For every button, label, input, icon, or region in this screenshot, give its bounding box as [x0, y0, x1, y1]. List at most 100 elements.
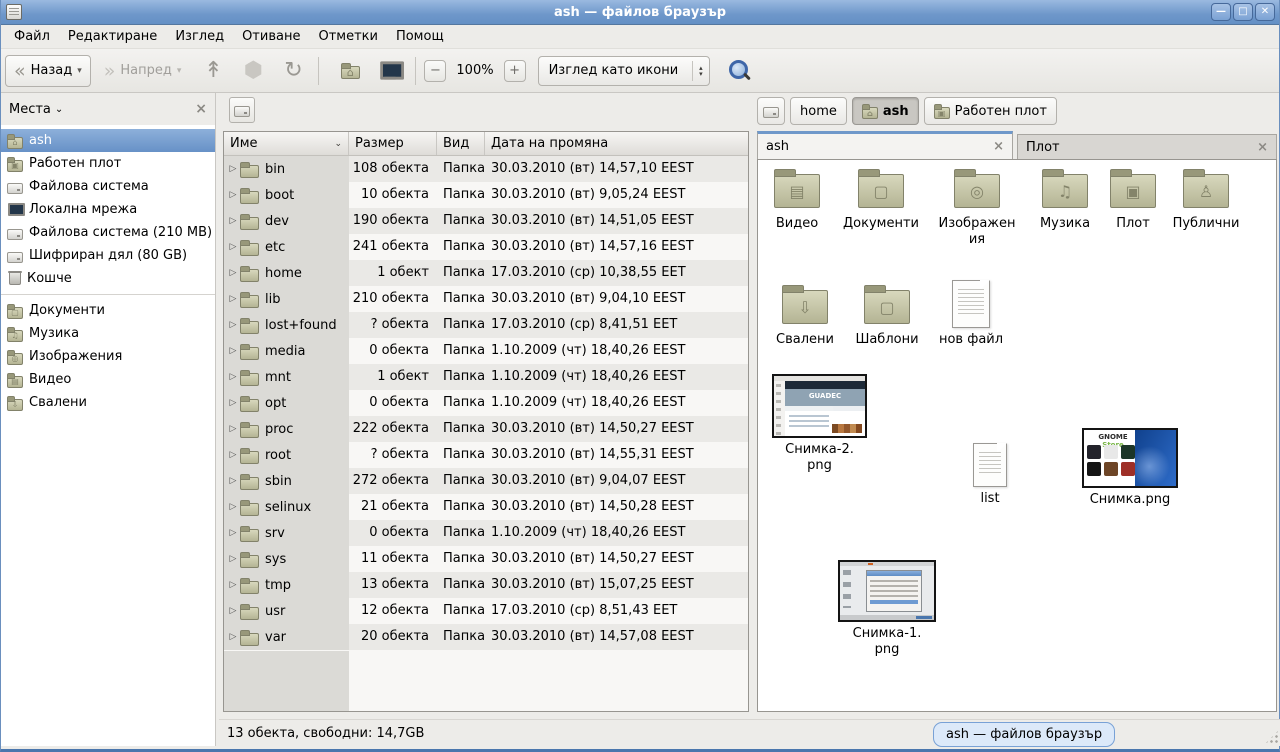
table-row[interactable]: ▷ root ? обекта Папка 30.03.2010 (вт) 14… — [224, 442, 748, 468]
table-row[interactable]: ▷ sys 11 обекта Папка 30.03.2010 (вт) 14… — [224, 546, 748, 572]
expander-icon[interactable]: ▷ — [226, 190, 240, 200]
sidebar-title[interactable]: Места — [9, 102, 51, 117]
close-button[interactable]: ✕ — [1255, 3, 1275, 21]
computer-button[interactable] — [373, 55, 407, 87]
back-button[interactable]: « Назад ▾ — [5, 55, 91, 87]
expander-icon[interactable]: ▷ — [226, 476, 240, 486]
menu-bookmarks[interactable]: Отметки — [309, 26, 386, 47]
tab-close-icon[interactable]: × — [993, 139, 1004, 154]
sidebar-item-documents[interactable]: ▢ Документи — [1, 299, 215, 322]
table-row[interactable]: ▷ lib 210 обекта Папка 30.03.2010 (вт) 9… — [224, 286, 748, 312]
search-button[interactable] — [724, 56, 754, 86]
expander-icon[interactable]: ▷ — [226, 580, 240, 590]
expander-icon[interactable]: ▷ — [226, 346, 240, 356]
zoom-out-button[interactable]: − — [424, 60, 446, 82]
tab-plot[interactable]: Плот × — [1017, 134, 1277, 159]
expander-icon[interactable]: ▷ — [226, 528, 240, 538]
sidebar-item-desktop[interactable]: ▣ Работен плот — [1, 152, 215, 175]
reload-button[interactable]: ↻ — [276, 55, 310, 87]
sidebar-item-filesystem[interactable]: Файлова система — [1, 175, 215, 198]
expander-icon[interactable]: ▷ — [226, 216, 240, 226]
minimize-button[interactable]: — — [1211, 3, 1231, 21]
expander-icon[interactable]: ▷ — [226, 632, 240, 642]
column-header-size[interactable]: Размер — [349, 132, 437, 155]
table-row[interactable]: ▷ tmp 13 обекта Папка 30.03.2010 (вт) 15… — [224, 572, 748, 598]
menu-view[interactable]: Изглед — [166, 26, 233, 47]
expander-icon[interactable]: ▷ — [226, 242, 240, 252]
table-row[interactable]: ▷ proc 222 обекта Папка 30.03.2010 (вт) … — [224, 416, 748, 442]
sidebar-close-icon[interactable]: × — [195, 101, 207, 117]
sidebar-item-videos[interactable]: ▤ Видео — [1, 368, 215, 391]
table-row[interactable]: ▷ sbin 272 обекта Папка 30.03.2010 (вт) … — [224, 468, 748, 494]
table-row[interactable]: ▷ dev 190 обекта Папка 30.03.2010 (вт) 1… — [224, 208, 748, 234]
folder-item-downloads[interactable]: ⇩ Свалени — [762, 282, 848, 348]
file-item-snimka2[interactable]: GUADEC Снимка-2.png — [770, 374, 869, 474]
path-home-button[interactable]: home — [790, 97, 847, 125]
expander-icon[interactable]: ▷ — [226, 450, 240, 460]
expander-icon[interactable]: ▷ — [226, 424, 240, 434]
table-row[interactable]: ▷ mnt 1 обект Папка 1.10.2009 (чт) 18,40… — [224, 364, 748, 390]
file-item-new-file[interactable]: нов файл — [928, 280, 1014, 348]
tab-ash[interactable]: ash × — [757, 131, 1013, 159]
sidebar-item-network[interactable]: Локална мрежа — [1, 198, 215, 221]
titlebar[interactable]: ash — файлов браузър — □ ✕ — [1, 0, 1279, 25]
chevron-down-icon[interactable]: ▾ — [77, 66, 82, 76]
file-item-snimka[interactable]: GNOME Store Снимка.png — [1080, 428, 1180, 508]
menu-edit[interactable]: Редактиране — [59, 26, 166, 47]
forward-button[interactable]: » Напред ▾ — [95, 55, 191, 87]
expander-icon[interactable]: ▷ — [226, 554, 240, 564]
table-row[interactable]: ▷ opt 0 обекта Папка 1.10.2009 (чт) 18,4… — [224, 390, 748, 416]
folder-item-public[interactable]: ♙ Публични — [1163, 166, 1249, 232]
sidebar-item-music[interactable]: ♫ Музика — [1, 322, 215, 345]
zoom-in-button[interactable]: + — [504, 60, 526, 82]
file-item-snimka1[interactable]: Снимка-1.png — [836, 560, 938, 658]
up-button[interactable]: ↟ — [196, 55, 230, 87]
table-row[interactable]: ▷ bin 108 обекта Папка 30.03.2010 (вт) 1… — [224, 156, 748, 182]
menu-go[interactable]: Отиване — [233, 26, 309, 47]
column-header-date[interactable]: Дата на промяна — [485, 132, 748, 155]
view-mode-select[interactable]: Изглед като икони ▴▾ — [538, 56, 710, 86]
table-row[interactable]: ▷ srv 0 обекта Папка 1.10.2009 (чт) 18,4… — [224, 520, 748, 546]
table-row[interactable]: ▷ etc 241 обекта Папка 30.03.2010 (вт) 1… — [224, 234, 748, 260]
sidebar-item-downloads[interactable]: ⇩ Свалени — [1, 391, 215, 414]
folder-item-documents[interactable]: ▢ Документи — [838, 166, 924, 232]
column-header-type[interactable]: Вид — [437, 132, 485, 155]
menu-file[interactable]: Файл — [5, 26, 59, 47]
sidebar-item-pictures[interactable]: ◎ Изображения — [1, 345, 215, 368]
menu-help[interactable]: Помощ — [387, 26, 453, 47]
folder-item-templates[interactable]: ▢ Шаблони — [844, 282, 930, 348]
expander-icon[interactable]: ▷ — [226, 320, 240, 330]
sidebar-item-trash[interactable]: Кошче — [1, 267, 215, 290]
chevron-down-icon[interactable]: ⌄ — [55, 104, 63, 115]
tab-close-icon[interactable]: × — [1257, 140, 1268, 155]
stop-button[interactable]: ⬢ — [236, 55, 270, 87]
file-item-list[interactable]: list — [960, 443, 1020, 507]
sidebar-item-ash[interactable]: ⌂ ash — [1, 129, 215, 152]
expander-icon[interactable]: ▷ — [226, 502, 240, 512]
taskbar-button[interactable]: ash — файлов браузър — [933, 722, 1115, 747]
expander-icon[interactable]: ▷ — [226, 398, 240, 408]
expander-icon[interactable]: ▷ — [226, 268, 240, 278]
folder-item-pictures[interactable]: ◎ Изображения — [937, 166, 1017, 248]
path-root-button[interactable] — [757, 97, 785, 125]
sidebar-item-encrypted[interactable]: Шифриран дял (80 GB) — [1, 244, 215, 267]
path-desktop-button[interactable]: ▣ Работен плот — [924, 97, 1057, 125]
maximize-button[interactable]: □ — [1233, 3, 1253, 21]
table-row[interactable]: ▷ home 1 обект Папка 17.03.2010 (ср) 10,… — [224, 260, 748, 286]
expander-icon[interactable]: ▷ — [226, 606, 240, 616]
table-row[interactable]: ▷ media 0 обекта Папка 1.10.2009 (чт) 18… — [224, 338, 748, 364]
icon-view[interactable]: ▤ Видео ▢ Документи ◎ Изображения ♫ Музи… — [757, 159, 1277, 712]
expander-icon[interactable]: ▷ — [226, 164, 240, 174]
sidebar-item-filesystem-210mb[interactable]: Файлова система (210 MB) — [1, 221, 215, 244]
table-row[interactable]: ▷ selinux 21 обекта Папка 30.03.2010 (вт… — [224, 494, 748, 520]
path-ash-button[interactable]: ⌂ ash — [852, 97, 919, 125]
table-row[interactable]: ▷ lost+found ? обекта Папка 17.03.2010 (… — [224, 312, 748, 338]
expander-icon[interactable]: ▷ — [226, 372, 240, 382]
root-drive-button[interactable] — [229, 97, 255, 123]
table-row[interactable]: ▷ var 20 обекта Папка 30.03.2010 (вт) 14… — [224, 624, 748, 650]
table-row[interactable]: ▷ usr 12 обекта Папка 17.03.2010 (ср) 8,… — [224, 598, 748, 624]
expander-icon[interactable]: ▷ — [226, 294, 240, 304]
folder-item-videos[interactable]: ▤ Видео — [754, 166, 840, 232]
table-row[interactable]: ▷ boot 10 обекта Папка 30.03.2010 (вт) 9… — [224, 182, 748, 208]
home-button[interactable]: ⌂ — [333, 55, 367, 87]
